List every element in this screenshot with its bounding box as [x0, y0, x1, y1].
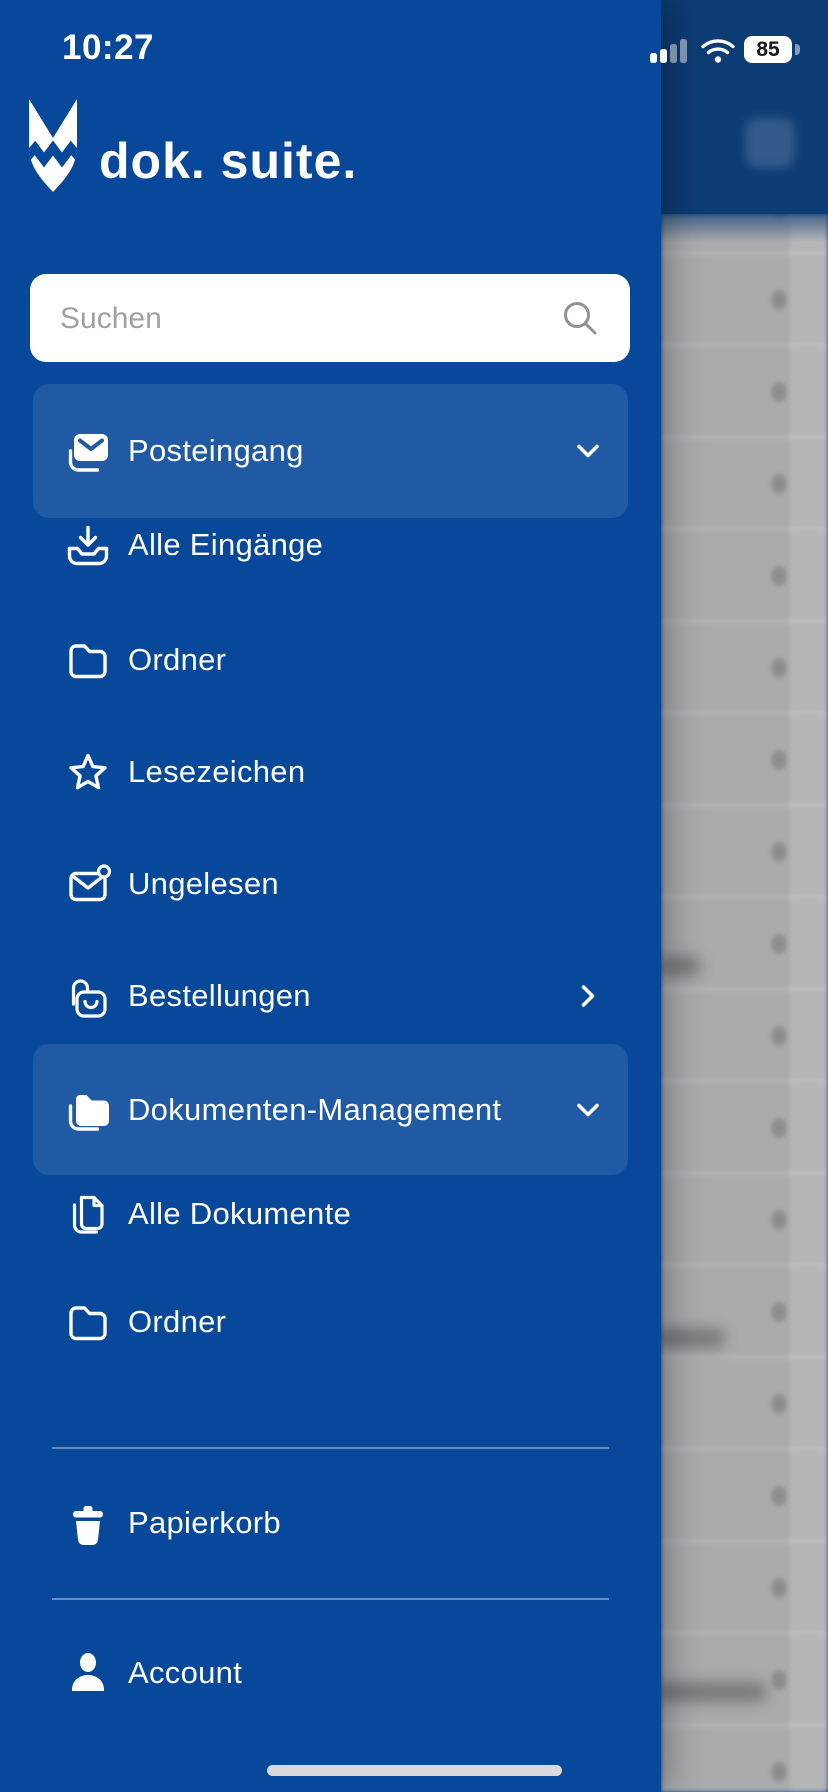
sidebar-item-label: Dokumenten-Management — [128, 1091, 502, 1127]
sidebar-item-alle-eingaenge[interactable]: Alle Eingänge — [0, 497, 661, 593]
star-icon — [64, 748, 112, 796]
search-input[interactable] — [58, 274, 562, 364]
orders-bag-lock-icon — [64, 972, 112, 1020]
chevron-right-icon[interactable] — [573, 981, 603, 1011]
sidebar-item-bestellungen[interactable]: Bestellungen — [0, 948, 661, 1044]
search-icon[interactable] — [560, 298, 600, 338]
documents-copy-icon — [64, 1190, 112, 1238]
inbox-download-icon — [64, 521, 112, 569]
sidebar-item-ungelesen[interactable]: Ungelesen — [0, 836, 661, 932]
blurred-text-fragment — [655, 1682, 767, 1702]
battery-nub — [795, 44, 800, 55]
phone-screen: dok. suite. Posteingang — [0, 0, 828, 1792]
sidebar-item-label: Ordner — [128, 1304, 227, 1339]
sidebar-item-label: Alle Eingänge — [128, 527, 324, 562]
sidebar-item-ordner-dokumente[interactable]: Ordner — [0, 1274, 661, 1370]
divider — [52, 1598, 609, 1600]
trash-icon — [64, 1499, 112, 1547]
wifi-icon — [700, 37, 736, 64]
header-blur-fade — [661, 200, 828, 242]
folder-filled-icon — [64, 1086, 112, 1134]
sidebar-item-label: Ungelesen — [128, 866, 279, 901]
folder-icon — [64, 1298, 112, 1346]
blurred-list-content — [661, 214, 828, 1792]
sidebar-item-label: Lesezeichen — [128, 754, 306, 789]
status-time: 10:27 — [62, 28, 155, 67]
app-title: dok. suite. — [99, 133, 358, 189]
navigation-drawer: dok. suite. Posteingang — [0, 0, 661, 1792]
divider — [52, 1447, 609, 1449]
blurred-text-fragment — [657, 956, 701, 976]
cellular-signal-icon — [650, 37, 690, 63]
envelope-unread-icon — [64, 860, 112, 908]
status-bar: 10:27 85 — [0, 0, 828, 96]
home-indicator[interactable] — [267, 1765, 562, 1776]
dimmed-background-scrim[interactable] — [655, 0, 828, 1792]
search-bar[interactable] — [30, 274, 630, 364]
blurred-header-button — [745, 118, 795, 168]
chevron-down-icon[interactable] — [573, 436, 603, 466]
person-icon — [64, 1649, 112, 1697]
battery-icon: 85 — [744, 36, 792, 63]
chevron-down-icon[interactable] — [573, 1095, 603, 1125]
fox-logo-icon — [24, 98, 82, 194]
inbox-envelope-icon — [64, 427, 112, 475]
sidebar-item-label: Account — [128, 1655, 243, 1690]
sidebar-item-account[interactable]: Account — [0, 1625, 661, 1721]
sidebar-item-label: Posteingang — [128, 433, 304, 468]
sidebar-item-dokumenten-management[interactable]: Dokumenten-Management — [33, 1044, 628, 1175]
blurred-text-fragment — [655, 1328, 725, 1348]
sidebar-item-ordner-posteingang[interactable]: Ordner — [0, 612, 661, 708]
folder-icon — [64, 636, 112, 684]
sidebar-item-alle-dokumente[interactable]: Alle Dokumente — [0, 1166, 661, 1262]
sidebar-item-lesezeichen[interactable]: Lesezeichen — [0, 724, 661, 820]
sidebar-item-label: Ordner — [128, 642, 227, 677]
sidebar-item-label: Bestellungen — [128, 978, 311, 1013]
sidebar-item-label: Papierkorb — [128, 1505, 281, 1540]
sidebar-item-label: Alle Dokumente — [128, 1196, 352, 1231]
sidebar-item-papierkorb[interactable]: Papierkorb — [0, 1475, 661, 1571]
